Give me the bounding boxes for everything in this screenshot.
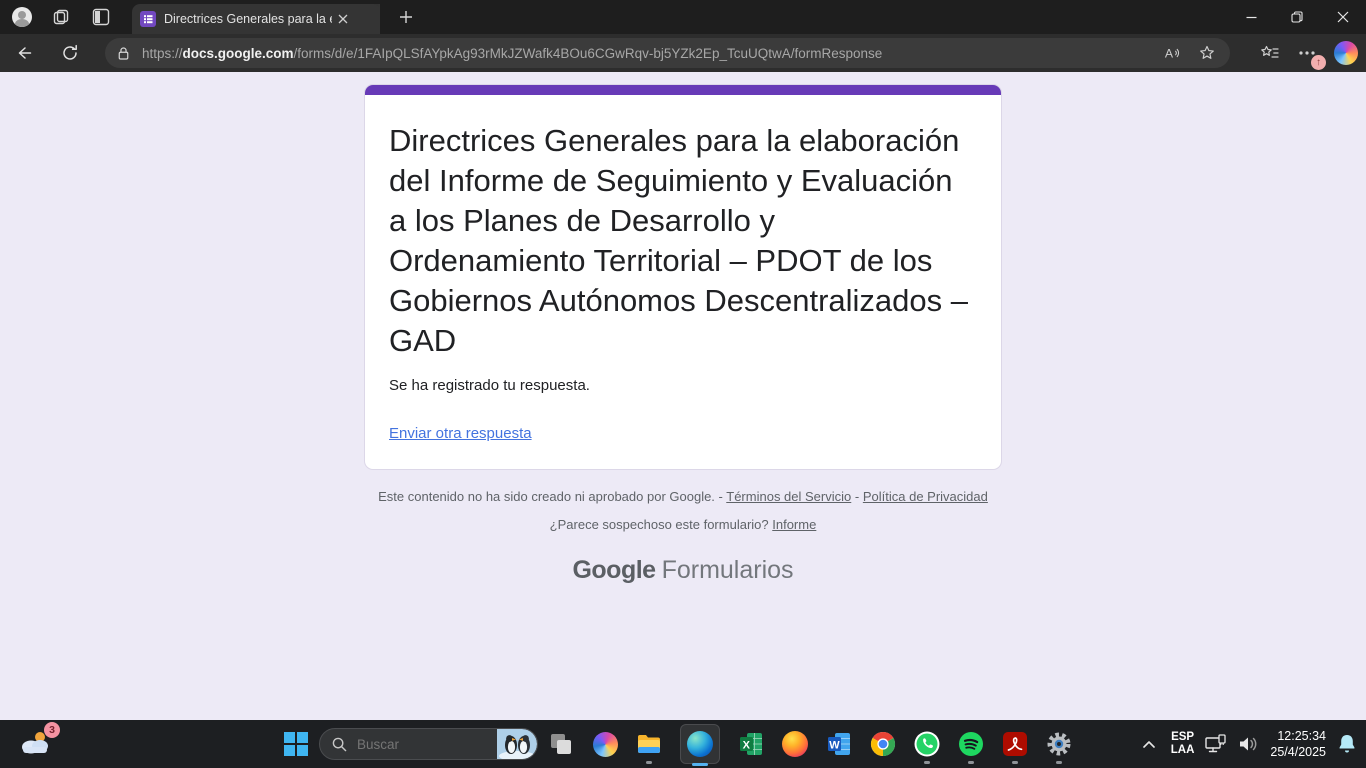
update-badge-icon: ↑ [1311,55,1326,70]
new-tab-icon[interactable] [394,5,418,29]
taskbar-icon-chrome[interactable] [870,731,896,757]
window-close-icon[interactable] [1320,0,1366,34]
favorite-star-icon[interactable] [1198,44,1216,62]
forms-favicon [140,11,156,27]
widgets-button[interactable]: 3 [16,724,62,764]
url-text: https://docs.google.com/forms/d/e/1FAIpQ… [142,46,1164,61]
form-theme-bar [365,85,1001,95]
language-indicator[interactable]: ESPLAA [1171,731,1195,757]
network-icon[interactable] [1204,734,1228,754]
svg-text:W: W [829,740,840,752]
tab-title-fade [346,4,380,34]
google-forms-logo: GoogleFormularios [0,556,1366,585]
svg-text:X: X [743,740,751,752]
taskbar-icon-word[interactable]: W [826,731,852,757]
taskbar-icon-excel[interactable]: X [738,731,764,757]
settings-gear-icon [1046,731,1072,757]
tray-date: 25/4/2025 [1270,744,1326,760]
footer-disclaimer: Este contenido no ha sido creado ni apro… [378,489,723,504]
copilot-icon [593,732,618,757]
footer-report-row: ¿Parece sospechoso este formulario? Info… [0,517,1366,532]
vertical-tabs-icon[interactable] [92,8,110,26]
tray-chevron-icon[interactable] [1137,732,1161,756]
widgets-badge: 3 [44,722,60,738]
taskbar-search[interactable] [319,728,538,760]
browser-tab[interactable]: Directrices Generales para la elabo [132,4,380,34]
resubmit-link[interactable]: Enviar otra respuesta [389,425,532,442]
more-icon[interactable]: ↑ [1296,42,1318,64]
clock[interactable]: 12:25:34 25/4/2025 [1270,728,1326,760]
taskbar-icon-spotify[interactable] [958,731,984,757]
taskbar: 3 [0,720,1366,768]
taskbar-icon-acrobat[interactable] [1002,731,1028,757]
address-bar[interactable]: https://docs.google.com/forms/d/e/1FAIpQ… [105,38,1230,68]
restore-icon[interactable] [1274,0,1320,34]
lock-icon[interactable] [115,45,132,62]
svg-text:A: A [1165,47,1174,61]
penguins-image [497,729,537,759]
privacy-link[interactable]: Política de Privacidad [863,489,988,504]
taskbar-icon-edge[interactable] [680,724,720,764]
footer-separator: - [855,489,859,504]
taskbar-apps: X W [548,720,1072,768]
workspaces-icon[interactable] [52,7,72,27]
start-icon[interactable] [283,731,309,757]
taskbar-icon-firefox[interactable] [782,731,808,757]
system-tray: ESPLAA 12:25:34 25/4/2025 [1137,720,1358,768]
navigation-toolbar: https://docs.google.com/forms/d/e/1FAIpQ… [0,34,1366,72]
profile-avatar-icon[interactable] [12,7,32,27]
excel-icon: X [738,731,764,757]
taskbar-icon-settings[interactable] [1046,731,1072,757]
tray-time: 12:25:34 [1270,728,1326,744]
firefox-icon [782,731,808,757]
form-footer: Este contenido no ha sido creado ni apro… [0,489,1366,532]
acrobat-icon [1002,731,1028,757]
taskbar-icon-file-explorer[interactable] [636,731,662,757]
search-icon [332,737,347,752]
confirmation-message: Se ha registrado tu respuesta. [389,377,977,394]
read-aloud-icon[interactable]: A [1164,44,1184,62]
search-input[interactable] [355,736,497,753]
web-page: Directrices Generales para la elaboració… [0,72,1366,720]
favorites-bar-icon[interactable] [1260,43,1280,63]
taskbar-icon-task-view[interactable] [548,731,574,757]
back-icon[interactable] [8,37,40,69]
taskbar-icon-copilot[interactable] [592,731,618,757]
bell-icon[interactable] [1336,732,1358,756]
task-view-icon [549,732,573,756]
edge-icon [687,731,713,757]
speaker-icon[interactable] [1238,735,1260,753]
taskbar-icon-whatsapp[interactable] [914,731,940,757]
footer-disclaimer-row: Este contenido no ha sido creado ni apro… [0,489,1366,504]
file-explorer-icon [636,731,662,757]
whatsapp-icon [914,731,940,757]
form-response-card: Directrices Generales para la elaboració… [364,84,1002,470]
report-link[interactable]: Informe [772,517,816,532]
minimize-icon[interactable] [1228,0,1274,34]
titlebar: Directrices Generales para la elabo [0,0,1366,34]
terms-link[interactable]: Términos del Servicio [726,489,851,504]
spotify-icon [958,731,984,757]
word-icon: W [826,731,852,757]
report-question: ¿Parece sospechoso este formulario? [550,517,769,532]
tab-title: Directrices Generales para la elabo [164,12,332,26]
form-title: Directrices Generales para la elaboració… [389,121,975,361]
refresh-icon[interactable] [54,37,86,69]
browser-window: Directrices Generales para la elabo [0,0,1366,768]
copilot-icon[interactable] [1334,41,1358,65]
chrome-icon [870,731,896,757]
